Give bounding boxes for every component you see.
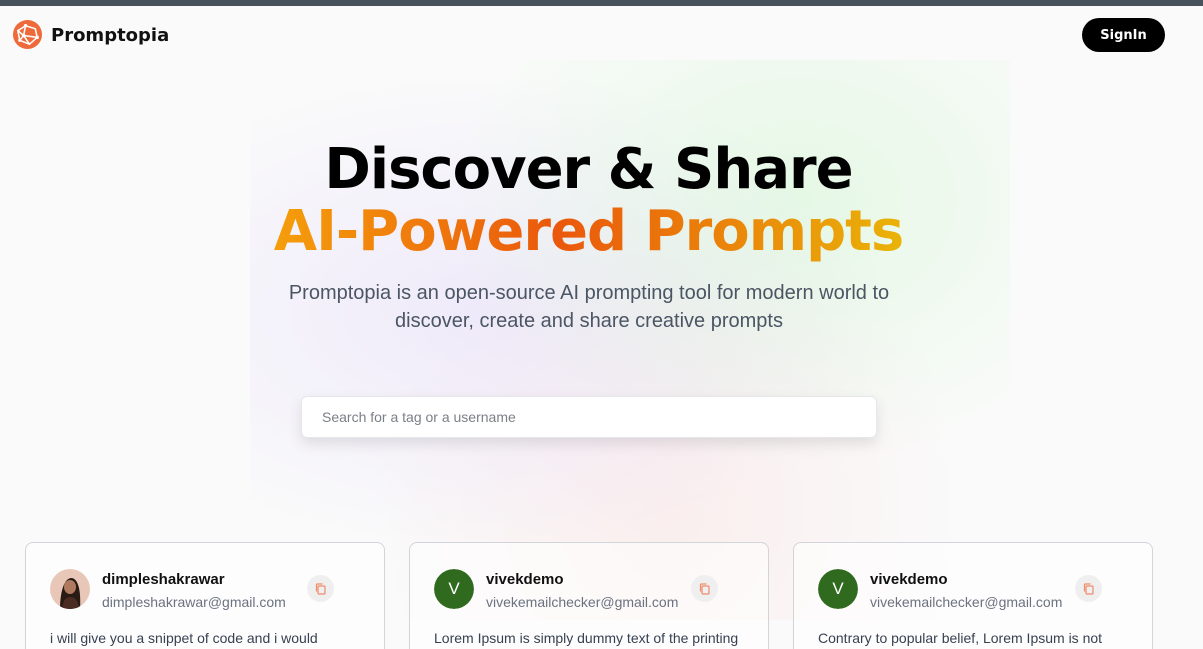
copy-button[interactable] (1075, 575, 1102, 602)
hero-title-line2: AI-Powered Prompts (0, 198, 1177, 266)
navbar: Promptopia SignIn (0, 6, 1203, 64)
prompt-text: Lorem Ipsum is simply dummy text of the … (434, 630, 739, 646)
copy-icon (1083, 582, 1094, 595)
prompt-card[interactable]: dimpleshakrawar dimpleshakrawar@gmail.co… (25, 542, 385, 649)
copy-icon (315, 582, 326, 595)
avatar[interactable]: V (434, 569, 474, 609)
avatar-letter: V (818, 569, 858, 609)
prompt-username[interactable]: vivekdemo (486, 571, 564, 588)
avatar[interactable]: V (818, 569, 858, 609)
prompt-email: vivekemailchecker@gmail.com (486, 594, 679, 610)
hero-title-line1: Discover & Share (324, 137, 853, 202)
user-photo-avatar (50, 569, 90, 609)
prompt-card[interactable]: V vivekdemo vivekemailchecker@gmail.com … (793, 542, 1153, 649)
hero-description: Promptopia is an open-source AI promptin… (288, 282, 890, 332)
prompt-card[interactable]: V vivekdemo vivekemailchecker@gmail.com … (409, 542, 769, 649)
copy-button[interactable] (691, 575, 718, 602)
prompt-text: Contrary to popular belief, Lorem Ipsum … (818, 630, 1103, 646)
hero-gradient-text: AI-Powered Prompts (273, 199, 904, 264)
signin-button[interactable]: SignIn (1082, 18, 1165, 52)
search-input[interactable] (301, 396, 877, 438)
avatar-letter: V (434, 569, 474, 609)
prompt-username[interactable]: dimpleshakrawar (102, 571, 225, 588)
prompt-email: vivekemailchecker@gmail.com (870, 594, 1063, 610)
copy-icon (699, 582, 710, 595)
prompt-username[interactable]: vivekdemo (870, 571, 948, 588)
prompt-text: i will give you a snippet of code and i … (50, 630, 318, 646)
brand-name[interactable]: Promptopia (51, 25, 169, 46)
avatar[interactable] (50, 569, 90, 609)
promptopia-logo-icon[interactable] (12, 19, 43, 50)
prompt-email: dimpleshakrawar@gmail.com (102, 594, 286, 610)
copy-button[interactable] (307, 575, 334, 602)
